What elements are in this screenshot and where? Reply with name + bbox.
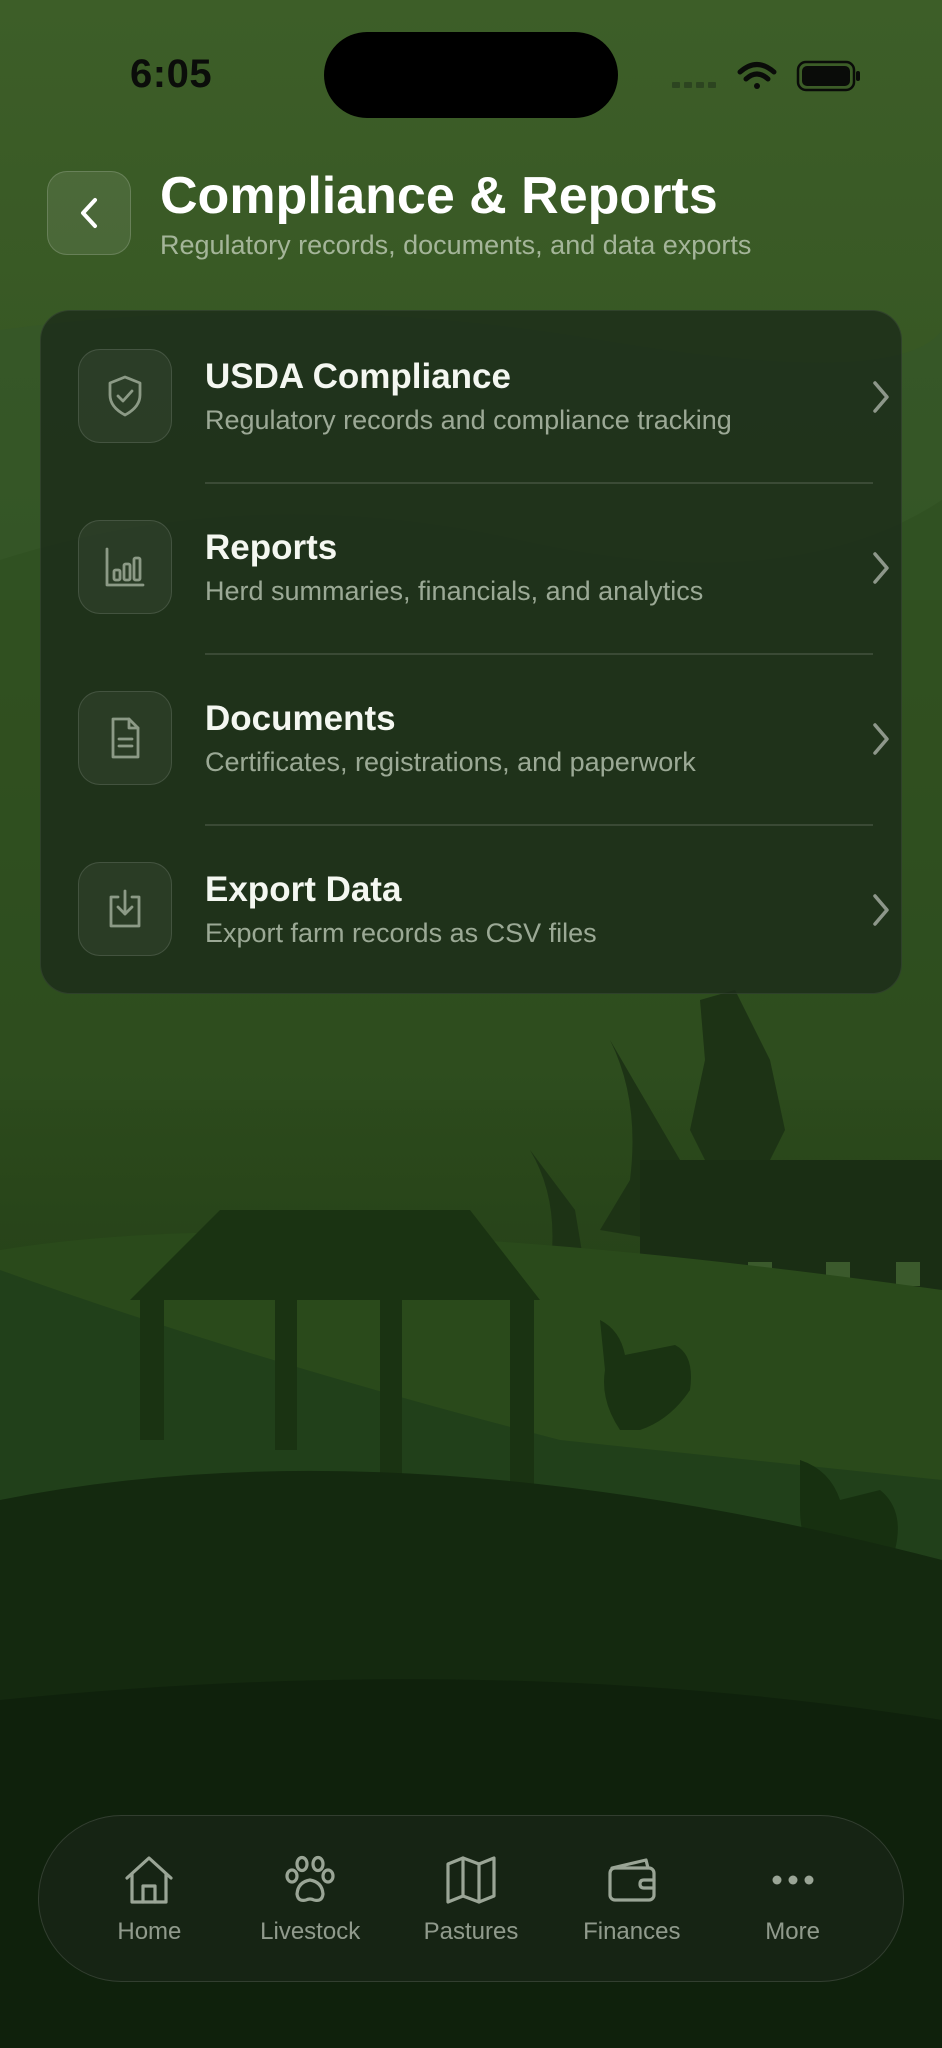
bar-chart-icon (105, 547, 145, 587)
menu-icon-box (78, 862, 172, 956)
menu-item-usda-compliance[interactable]: USDA Compliance Regulatory records and c… (41, 311, 901, 482)
menu-item-title: Export Data (205, 870, 402, 909)
farm-background-illustration (0, 0, 942, 2048)
home-icon (125, 1855, 173, 1904)
menu-item-documents[interactable]: Documents Certificates, registrations, a… (41, 653, 901, 824)
page-subtitle: Regulatory records, documents, and data … (160, 230, 752, 260)
chevron-right-icon (873, 894, 889, 926)
menu-item-title: Reports (205, 528, 338, 567)
tab-more[interactable]: More (718, 1852, 868, 1946)
chevron-right-icon (873, 552, 889, 584)
menu-item-reports[interactable]: Reports Herd summaries, financials, and … (41, 482, 901, 653)
menu-item-description: Herd summaries, financials, and analytic… (205, 576, 704, 606)
tab-finances[interactable]: Finances (557, 1852, 707, 1946)
menu-item-export-data[interactable]: Export Data Export farm records as CSV f… (41, 824, 901, 995)
chevron-left-icon (81, 198, 97, 228)
menu-card: USDA Compliance Regulatory records and c… (40, 310, 902, 994)
more-icon (772, 1875, 814, 1884)
download-icon (109, 889, 141, 928)
wifi-icon (737, 62, 777, 89)
signal-icon (672, 82, 716, 88)
menu-item-description: Certificates, registrations, and paperwo… (205, 747, 696, 777)
menu-icon-box (78, 349, 172, 443)
menu-icon-box (78, 520, 172, 614)
wallet-icon (608, 1857, 656, 1902)
map-icon (446, 1855, 496, 1904)
tab-livestock[interactable]: Livestock (235, 1852, 385, 1946)
status-time: 6:05 (130, 52, 213, 96)
menu-item-description: Regulatory records and compliance tracki… (205, 405, 732, 435)
tab-pastures[interactable]: Pastures (396, 1852, 546, 1946)
tab-label: Pastures (423, 1917, 519, 1945)
shield-check-icon (108, 375, 142, 417)
page-title: Compliance & Reports (160, 167, 718, 225)
tab-home[interactable]: Home (74, 1852, 224, 1946)
back-button[interactable] (47, 171, 131, 255)
chevron-right-icon (873, 381, 889, 413)
tab-label: Livestock (260, 1917, 361, 1945)
tab-label: More (765, 1917, 820, 1945)
tab-bar: Home Livestock Pastures Finances More (38, 1815, 904, 1982)
chevron-right-icon (873, 723, 889, 755)
tab-label: Finances (583, 1917, 681, 1945)
tab-label: Home (117, 1917, 182, 1945)
status-bar: 6:05 (0, 0, 942, 150)
battery-icon (796, 60, 860, 92)
menu-item-description: Export farm records as CSV files (205, 918, 597, 948)
paw-icon (285, 1855, 335, 1902)
menu-item-title: USDA Compliance (205, 357, 511, 396)
status-icons (672, 60, 860, 92)
dynamic-island (324, 32, 618, 118)
menu-item-title: Documents (205, 699, 396, 738)
document-icon (111, 717, 140, 759)
menu-icon-box (78, 691, 172, 785)
